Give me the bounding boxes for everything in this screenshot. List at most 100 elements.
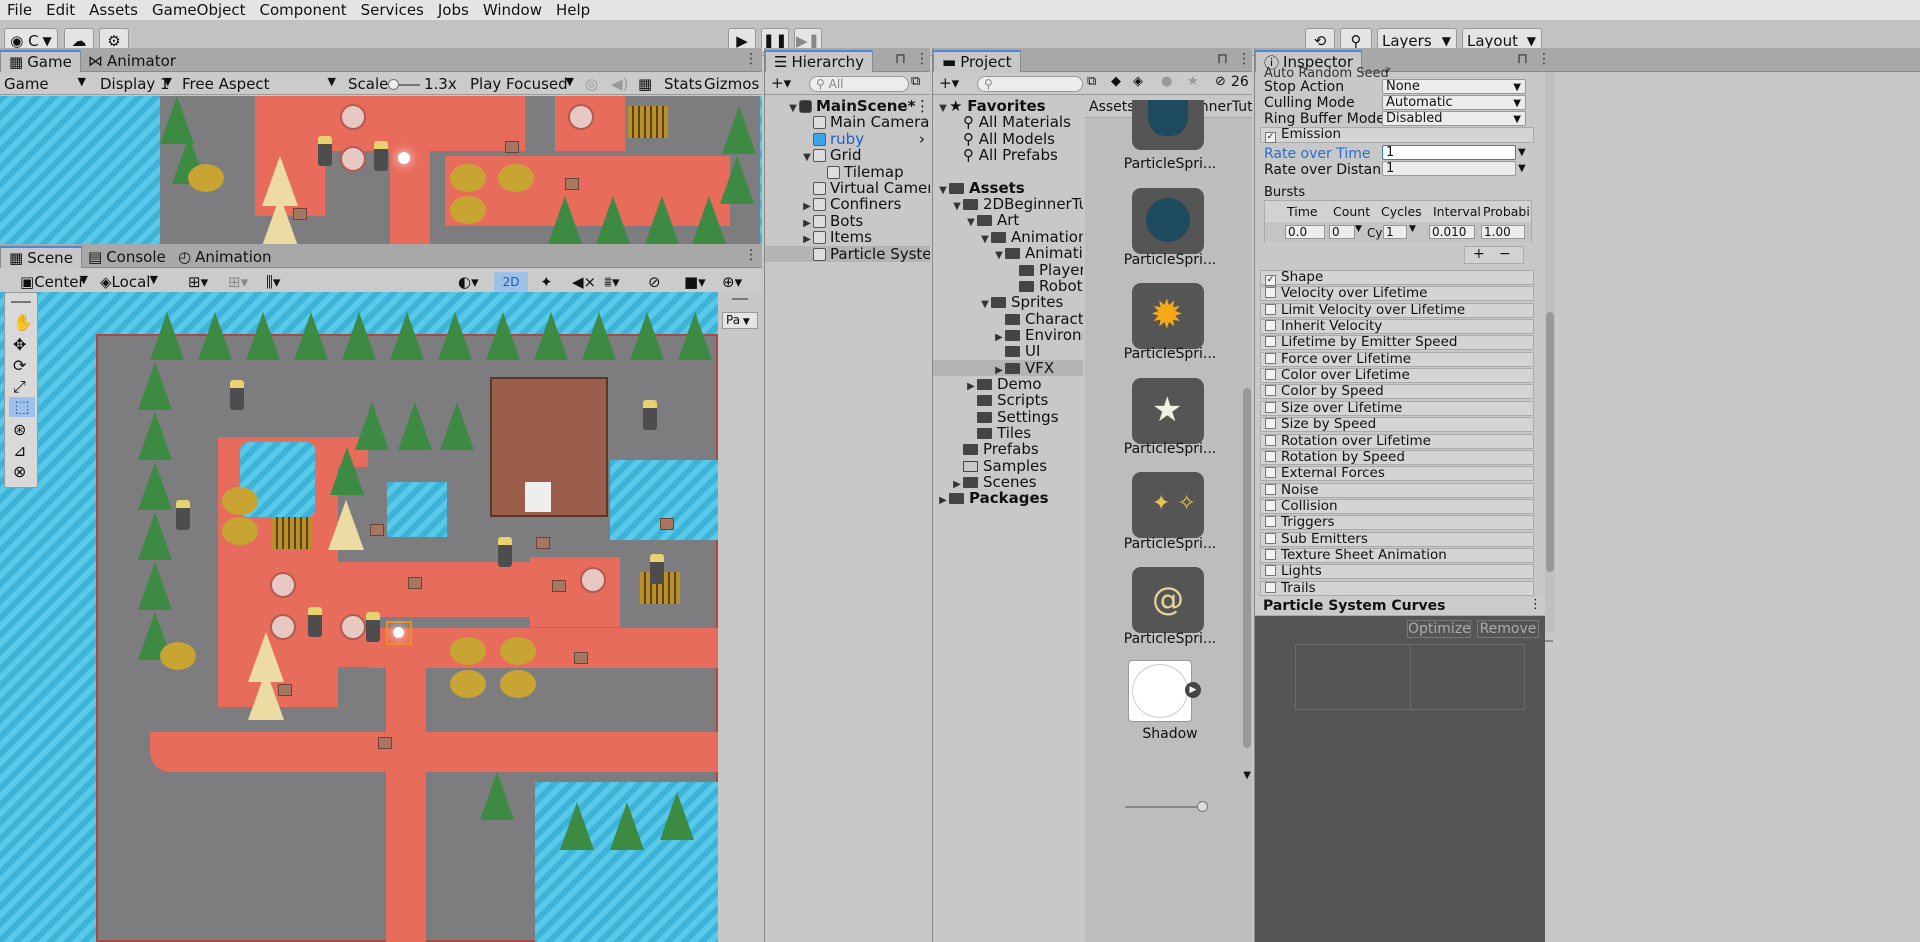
asset-thumbnail[interactable]: @: [1132, 567, 1204, 633]
menu-edit[interactable]: Edit: [39, 1, 82, 19]
module-header[interactable]: Rotation over Lifetime: [1260, 433, 1534, 449]
asset-thumbnail[interactable]: ★: [1132, 378, 1204, 444]
burst-count-input[interactable]: 0: [1329, 225, 1355, 239]
hierarchy-search[interactable]: ⚲ All: [809, 76, 909, 92]
hierarchy-item[interactable]: ▶ Confiners: [765, 196, 930, 212]
gizmos-icon[interactable]: ⊕▾: [722, 273, 742, 291]
project-folder[interactable]: ▼2DBeginnerTutorial: [933, 196, 1083, 212]
module-header[interactable]: External Forces: [1260, 466, 1534, 482]
project-folder[interactable]: ▶ Demo: [933, 376, 1083, 392]
checkbox-icon[interactable]: [1265, 467, 1276, 479]
space-dropdown[interactable]: ◈Local ▼: [96, 273, 162, 291]
scale-slider[interactable]: [388, 79, 420, 90]
grid-snap-icon[interactable]: ⊞▾: [188, 273, 208, 291]
tab-hierarchy[interactable]: ☰ Hierarchy: [765, 50, 873, 72]
ring-buffer-dropdown[interactable]: Disabled ▼: [1382, 111, 1526, 126]
project-folder[interactable]: ▼ ★ Favorites: [933, 98, 1083, 114]
module-header[interactable]: Inherit Velocity: [1260, 319, 1534, 335]
tab-project[interactable]: ▬ Project: [933, 50, 1021, 72]
module-header[interactable]: Triggers: [1260, 515, 1534, 531]
project-folder[interactable]: UI: [933, 343, 1083, 359]
project-folder[interactable]: ▼Animations: [933, 229, 1083, 245]
checkbox-icon[interactable]: [1265, 450, 1276, 462]
hierarchy-item[interactable]: ▶ Items: [765, 229, 930, 245]
asset-thumbnail[interactable]: [1132, 188, 1204, 254]
gizmos-button[interactable]: Gizmos: [704, 75, 759, 93]
asset-label[interactable]: ParticleSpri...: [1120, 252, 1220, 268]
checkbox-checked-icon[interactable]: ✓: [1265, 275, 1276, 286]
project-folder[interactable]: Robot: [933, 278, 1083, 294]
favorite-icon[interactable]: ★: [1187, 74, 1199, 89]
project-folder[interactable]: ▼ Sprites: [933, 294, 1083, 310]
module-header[interactable]: Rotation by Speed: [1260, 449, 1534, 465]
hidden-count-icon[interactable]: ⊘: [1215, 74, 1226, 89]
checkbox-icon[interactable]: [1265, 401, 1276, 413]
menu-services[interactable]: Services: [354, 1, 431, 19]
remove-burst-button[interactable]: −: [1499, 246, 1511, 262]
module-header[interactable]: ✓ Shape: [1260, 270, 1534, 286]
scale-tool-icon[interactable]: ⤢: [13, 377, 26, 397]
hierarchy-item[interactable]: Particle System: [765, 245, 930, 262]
checkbox-icon[interactable]: [1265, 369, 1276, 381]
stop-action-dropdown[interactable]: None ▼: [1382, 79, 1526, 94]
module-header[interactable]: Color by Speed: [1260, 384, 1534, 400]
custom-tool-icon[interactable]: ⊿: [13, 441, 26, 460]
scrollbar-thumb[interactable]: [1243, 388, 1251, 748]
project-folder[interactable]: ⚲ All Models: [933, 131, 1083, 147]
panel-menu-icon[interactable]: ⋮: [744, 51, 758, 67]
hierarchy-item[interactable]: ruby ›: [765, 131, 930, 147]
checkbox-auto-random-seed[interactable]: ✓: [1384, 66, 1392, 77]
audio-toggle-icon[interactable]: ◀×: [572, 273, 596, 291]
display-dropdown[interactable]: Display 1 ▼: [96, 75, 176, 93]
rate-over-distance-input[interactable]: 1: [1382, 161, 1516, 176]
checkbox-icon[interactable]: [1265, 548, 1276, 560]
module-header[interactable]: Trails: [1260, 580, 1534, 596]
label-filter-icon[interactable]: ◈: [1133, 74, 1143, 89]
module-header[interactable]: Lights: [1260, 564, 1534, 580]
audio-icon[interactable]: ◀): [611, 75, 628, 93]
chevron-down-icon[interactable]: ▼: [1518, 163, 1526, 174]
camera-icon[interactable]: ■▾: [684, 273, 706, 291]
tab-scene[interactable]: ▦ Scene: [0, 246, 82, 268]
bundle-icon[interactable]: ●: [1161, 74, 1172, 89]
transform-tool-icon[interactable]: ⊛: [13, 420, 26, 439]
project-folder[interactable]: ▶ Scenes: [933, 474, 1083, 490]
add-burst-button[interactable]: +: [1473, 246, 1485, 262]
game-mode-dropdown[interactable]: Game ▼: [0, 75, 90, 93]
burst-interval-input[interactable]: 0.010: [1429, 225, 1475, 239]
module-header[interactable]: Velocity over Lifetime: [1260, 286, 1534, 302]
scene-menu-icon[interactable]: ⋮: [915, 98, 930, 114]
module-header[interactable]: Color over Lifetime: [1260, 368, 1534, 384]
module-header[interactable]: Lifetime by Emitter Speed: [1260, 335, 1534, 351]
lighting-icon[interactable]: ✦: [540, 273, 553, 291]
checkbox-icon[interactable]: [1265, 516, 1276, 528]
rate-over-time-input[interactable]: 1: [1382, 145, 1516, 160]
hierarchy-item[interactable]: Tilemap: [765, 164, 930, 180]
grid-visibility-icon[interactable]: ⊞▾: [228, 273, 248, 291]
asset-thumbnail[interactable]: ✦ ✧: [1132, 472, 1204, 538]
tab-animator[interactable]: ⋈ Animator: [80, 50, 184, 72]
checkbox-icon[interactable]: [1265, 483, 1276, 495]
module-header[interactable]: Limit Velocity over Lifetime: [1260, 302, 1534, 318]
asset-thumbnail[interactable]: [1128, 660, 1192, 722]
zoom-slider[interactable]: [1125, 801, 1208, 812]
palette-grip[interactable]: [11, 301, 31, 303]
project-search[interactable]: ⚲: [977, 76, 1083, 92]
scene-visibility-icon[interactable]: ⧉: [911, 74, 920, 89]
project-folder[interactable]: Prefabs: [933, 441, 1083, 457]
burst-cycles-input[interactable]: 1: [1383, 225, 1407, 239]
pivot-dropdown[interactable]: ▣Center ▼: [16, 273, 92, 291]
move-tool-icon[interactable]: ✥: [13, 335, 26, 354]
lock-icon[interactable]: ⊓: [895, 51, 906, 67]
burst-time-input[interactable]: 0.0: [1285, 225, 1325, 239]
asset-label[interactable]: ParticleSpri...: [1120, 631, 1220, 647]
project-folder[interactable]: ⚲ All Prefabs: [933, 147, 1083, 163]
checkbox-icon[interactable]: [1265, 287, 1276, 299]
tab-animation[interactable]: ◴ Animation: [170, 246, 280, 268]
panel-menu-icon[interactable]: ⋮: [1237, 51, 1251, 67]
play-preview-icon[interactable]: ▶: [1185, 682, 1201, 698]
checkbox-icon[interactable]: [1265, 352, 1276, 364]
menu-file[interactable]: File: [0, 1, 39, 19]
rect-tool-icon[interactable]: ⬚: [9, 397, 35, 417]
asset-label[interactable]: ParticleSpri...: [1120, 156, 1220, 172]
